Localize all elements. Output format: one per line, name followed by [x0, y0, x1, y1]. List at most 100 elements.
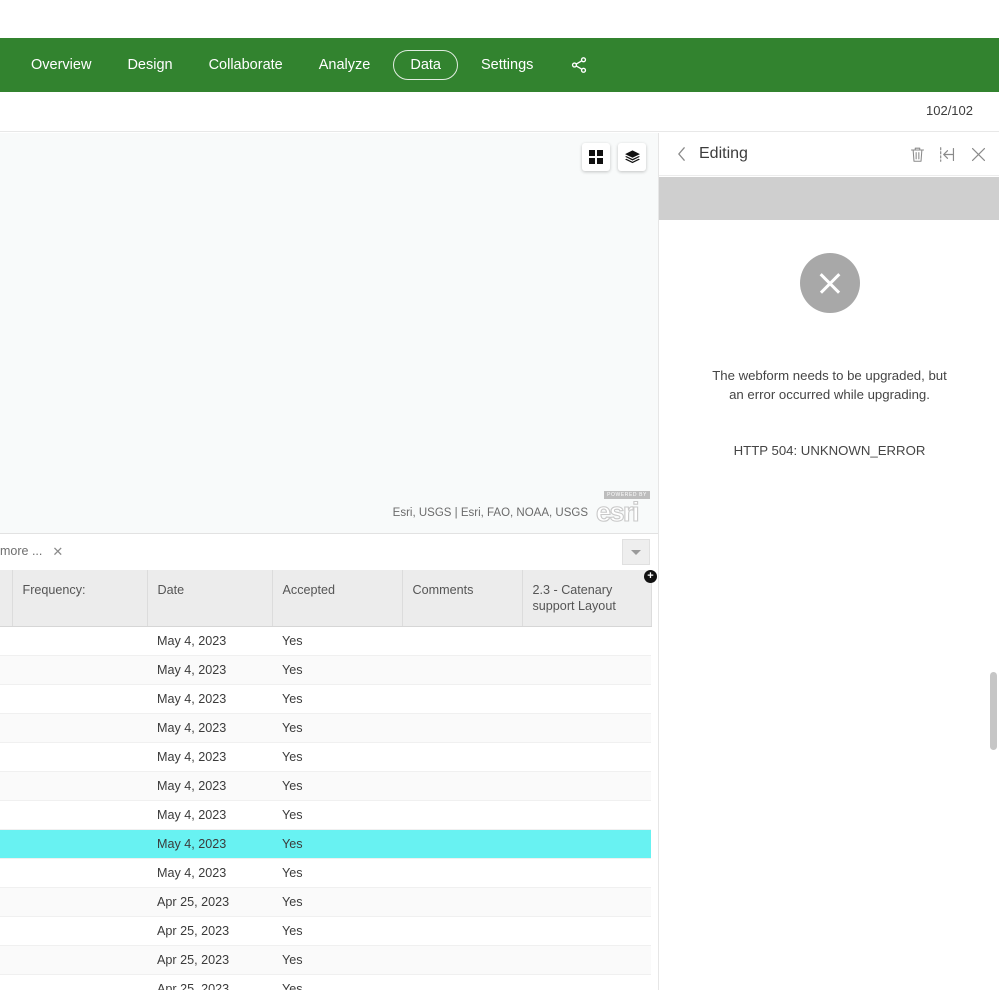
row-handle-cell[interactable]	[0, 887, 12, 917]
cell-catenary[interactable]	[522, 684, 651, 714]
cell-catenary[interactable]	[522, 626, 651, 656]
cell-date[interactable]: May 4, 2023	[147, 829, 272, 859]
cell-accepted[interactable]: Yes	[272, 916, 402, 946]
cell-date[interactable]: May 4, 2023	[147, 626, 272, 656]
cell-comments[interactable]	[402, 684, 522, 714]
cell-comments[interactable]	[402, 742, 522, 772]
cell-frequency[interactable]	[12, 771, 147, 801]
cell-frequency[interactable]	[12, 887, 147, 917]
cell-accepted[interactable]: Yes	[272, 684, 402, 714]
trash-icon[interactable]	[910, 146, 925, 163]
map-pane[interactable]: Esri, USGS | Esri, FAO, NOAA, USGS POWER…	[0, 133, 658, 534]
row-handle-cell[interactable]	[0, 742, 12, 772]
nav-item-data[interactable]: Data	[393, 49, 458, 81]
table-row[interactable]: May 4, 2023 Yes	[0, 713, 651, 743]
cell-catenary[interactable]	[522, 887, 651, 917]
add-field-button[interactable]: +	[644, 570, 657, 583]
cell-comments[interactable]	[402, 655, 522, 685]
column-header-frequency[interactable]: Frequency:	[12, 570, 148, 627]
nav-item-collaborate[interactable]: Collaborate	[196, 50, 296, 81]
cell-frequency[interactable]	[12, 655, 147, 685]
layers-icon[interactable]	[618, 143, 646, 171]
scrollbar-thumb[interactable]	[990, 672, 997, 750]
nav-item-design[interactable]: Design	[114, 50, 185, 81]
cell-comments[interactable]	[402, 916, 522, 946]
nav-item-analyze[interactable]: Analyze	[306, 50, 384, 81]
column-header-rownum[interactable]	[0, 570, 13, 627]
cell-catenary[interactable]	[522, 945, 651, 975]
cell-accepted[interactable]: Yes	[272, 858, 402, 888]
close-icon[interactable]: ✕	[52, 545, 63, 558]
table-row[interactable]: Apr 25, 2023 Yes	[0, 945, 651, 975]
cell-comments[interactable]	[402, 713, 522, 743]
row-handle-cell[interactable]	[0, 858, 12, 888]
row-handle-cell[interactable]	[0, 771, 12, 801]
row-handle-cell[interactable]	[0, 945, 12, 975]
row-handle-cell[interactable]	[0, 916, 12, 946]
row-handle-cell[interactable]	[0, 800, 12, 830]
cell-catenary[interactable]	[522, 829, 651, 859]
cell-accepted[interactable]: Yes	[272, 974, 402, 990]
collapse-panel-icon[interactable]	[939, 146, 956, 163]
cell-comments[interactable]	[402, 945, 522, 975]
column-header-accepted[interactable]: Accepted	[272, 570, 403, 627]
cell-frequency[interactable]	[12, 829, 147, 859]
cell-date[interactable]: May 4, 2023	[147, 858, 272, 888]
cell-frequency[interactable]	[12, 916, 147, 946]
cell-comments[interactable]	[402, 974, 522, 990]
cell-frequency[interactable]	[12, 858, 147, 888]
chevron-left-icon[interactable]	[673, 146, 689, 162]
table-row[interactable]: Apr 25, 2023 Yes	[0, 887, 651, 917]
row-handle-cell[interactable]	[0, 655, 12, 685]
nav-item-overview[interactable]: Overview	[18, 50, 104, 81]
close-icon[interactable]	[970, 146, 987, 163]
row-handle-cell[interactable]	[0, 626, 12, 656]
cell-accepted[interactable]: Yes	[272, 829, 402, 859]
share-icon[interactable]	[566, 52, 592, 78]
table-row[interactable]: May 4, 2023 Yes	[0, 858, 651, 888]
cell-comments[interactable]	[402, 771, 522, 801]
cell-date[interactable]: May 4, 2023	[147, 684, 272, 714]
cell-catenary[interactable]	[522, 713, 651, 743]
cell-date[interactable]: May 4, 2023	[147, 800, 272, 830]
cell-date[interactable]: May 4, 2023	[147, 771, 272, 801]
table-row[interactable]: May 4, 2023 Yes	[0, 742, 651, 772]
column-header-comments[interactable]: Comments	[402, 570, 523, 627]
cell-catenary[interactable]	[522, 916, 651, 946]
cell-date[interactable]: Apr 25, 2023	[147, 887, 272, 917]
cell-accepted[interactable]: Yes	[272, 771, 402, 801]
cell-accepted[interactable]: Yes	[272, 713, 402, 743]
cell-date[interactable]: May 4, 2023	[147, 655, 272, 685]
cell-frequency[interactable]	[12, 684, 147, 714]
row-handle-cell[interactable]	[0, 684, 12, 714]
cell-accepted[interactable]: Yes	[272, 945, 402, 975]
row-handle-cell[interactable]	[0, 974, 12, 990]
cell-date[interactable]: Apr 25, 2023	[147, 945, 272, 975]
cell-frequency[interactable]	[12, 974, 147, 990]
cell-accepted[interactable]: Yes	[272, 655, 402, 685]
cell-date[interactable]: Apr 25, 2023	[147, 916, 272, 946]
cell-date[interactable]: Apr 25, 2023	[147, 974, 272, 990]
table-row[interactable]: May 4, 2023 Yes	[0, 655, 651, 685]
column-header-date[interactable]: Date	[147, 570, 273, 627]
cell-accepted[interactable]: Yes	[272, 800, 402, 830]
table-row[interactable]: May 4, 2023 Yes	[0, 684, 651, 714]
table-vertical-scrollbar[interactable]	[990, 576, 997, 990]
cell-comments[interactable]	[402, 800, 522, 830]
cell-accepted[interactable]: Yes	[272, 626, 402, 656]
cell-comments[interactable]	[402, 887, 522, 917]
column-header-catenary[interactable]: 2.3 - Catenary support Layout	[522, 570, 652, 627]
cell-frequency[interactable]	[12, 713, 147, 743]
cell-comments[interactable]	[402, 858, 522, 888]
table-row[interactable]: May 4, 2023 Yes	[0, 626, 651, 656]
cell-catenary[interactable]	[522, 974, 651, 990]
nav-item-settings[interactable]: Settings	[468, 50, 546, 81]
cell-accepted[interactable]: Yes	[272, 887, 402, 917]
cell-catenary[interactable]	[522, 742, 651, 772]
cell-frequency[interactable]	[12, 742, 147, 772]
table-row[interactable]: May 4, 2023 Yes	[0, 771, 651, 801]
basemap-grid-icon[interactable]	[582, 143, 610, 171]
cell-catenary[interactable]	[522, 858, 651, 888]
data-table-container[interactable]: Frequency: Date Accepted Comments 2.3 - …	[0, 570, 658, 990]
row-handle-cell[interactable]	[0, 829, 12, 859]
